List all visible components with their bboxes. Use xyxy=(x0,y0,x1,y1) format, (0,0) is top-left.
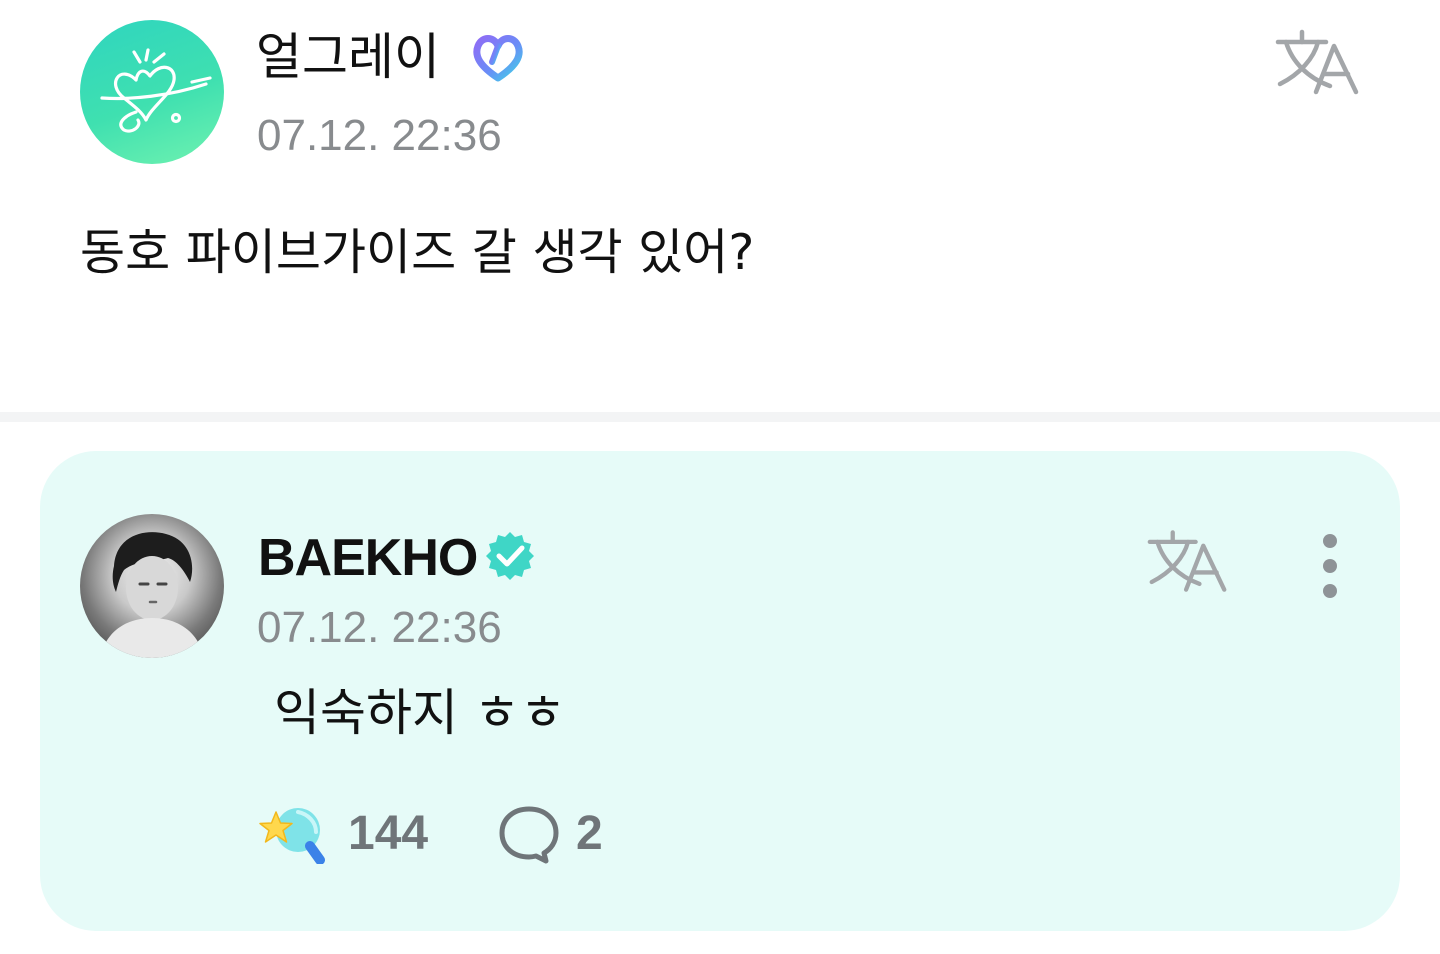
fan-author-name[interactable]: 얼그레이 xyxy=(256,32,440,82)
comment-bubble-icon xyxy=(499,806,559,864)
fan-post: 얼그레이 07.12. 22:36 동호 파이브가이즈 갈 생각 있어? xyxy=(0,0,1440,412)
artist-avatar[interactable] xyxy=(80,514,224,658)
weverse-heart-badge-icon xyxy=(473,35,523,82)
translate-icon[interactable] xyxy=(1274,28,1362,96)
artist-reply-content: 익숙하지 ㅎㅎ xyxy=(274,684,566,742)
comment-button[interactable]: 2 xyxy=(498,804,603,864)
comment-count: 2 xyxy=(576,807,603,860)
more-dot xyxy=(1323,584,1337,598)
verified-check-icon xyxy=(486,532,534,580)
more-dot xyxy=(1323,559,1337,573)
more-vertical-icon[interactable] xyxy=(1312,530,1348,602)
translate-icon[interactable] xyxy=(1146,528,1230,594)
more-dot xyxy=(1323,534,1337,548)
artist-reply-timestamp: 07.12. 22:36 xyxy=(257,603,502,652)
artist-author-name[interactable]: BAEKHO xyxy=(258,532,478,584)
artist-reply-card xyxy=(40,451,1400,931)
like-button[interactable]: 144 xyxy=(258,804,428,864)
fan-avatar[interactable] xyxy=(80,20,224,164)
fan-avatar-doodle-icon xyxy=(100,48,212,133)
fan-post-timestamp: 07.12. 22:36 xyxy=(257,111,502,160)
artist-photo-icon xyxy=(100,532,204,658)
like-count: 144 xyxy=(348,807,429,860)
fan-post-content: 동호 파이브가이즈 갈 생각 있어? xyxy=(80,224,755,281)
lightstick-star-icon xyxy=(259,808,325,864)
section-divider xyxy=(0,412,1440,422)
